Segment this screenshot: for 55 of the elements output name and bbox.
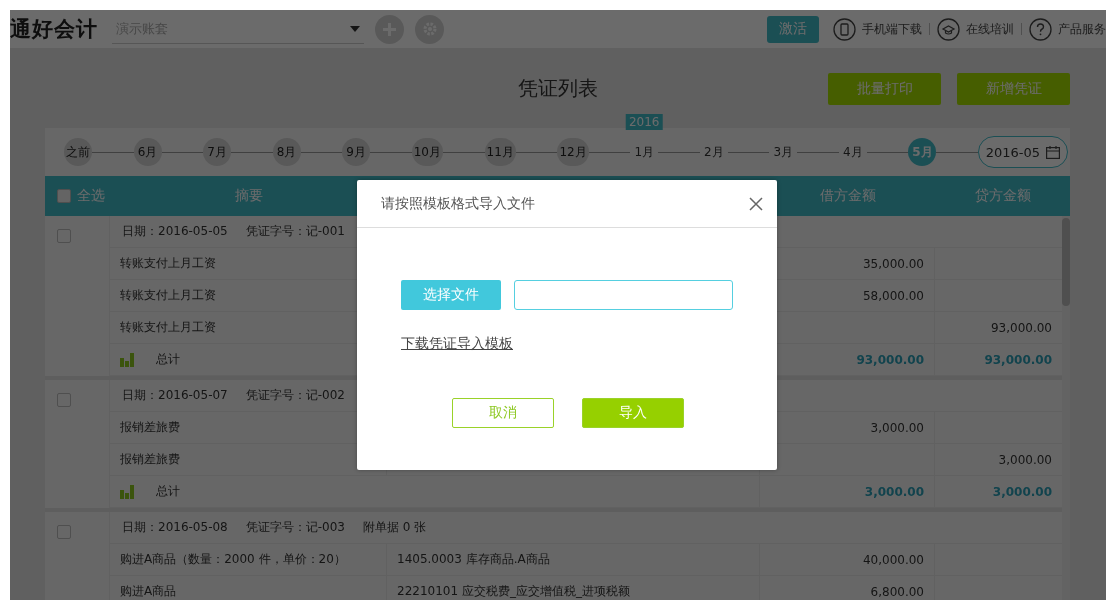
month-tab[interactable]: 8月 [272,138,301,166]
header-link[interactable]: 在线培训 [937,17,1014,41]
select-all-checkbox[interactable]: 全选 [45,187,110,205]
voucher-date: 日期：2016-05-07 [122,387,228,404]
header-link[interactable]: 产品服务 [1029,17,1106,41]
voucher-number: 凭证字号：记-003 [245,519,345,536]
date-picker[interactable]: 2016-05 [977,136,1068,168]
dialog-title: 请按照模板格式导入文件 [381,194,535,213]
month-tab[interactable]: 6月 [133,138,162,166]
attachment-count: 附单据 0 张 [363,519,427,536]
month-tab[interactable]: 11月 [484,138,516,166]
voucher-date: 日期：2016-05-05 [122,223,228,240]
download-template-link[interactable]: 下载凭证导入模板 [401,335,513,353]
total-label: 总计 [156,483,180,500]
voucher-number: 凭证字号：记-002 [245,387,345,404]
action-button[interactable]: 新增凭证 [957,73,1070,105]
credit-cell-text: 3,000.00 [991,483,1053,501]
subject-cell: 1405.0003 库存商品.A商品 [387,544,760,575]
link-label: 手机端下载 [862,20,922,38]
month-tab[interactable]: 7月 [203,138,232,166]
debit-cell: 40,000.00 [760,544,935,575]
activate-button[interactable]: 激活 [767,15,819,43]
header-link[interactable]: 手机端下载 [833,17,922,41]
voucher-number: 凭证字号：记-001 [245,223,345,240]
page-title: 凭证列表 [517,75,598,102]
credit-cell-text: 93,000.00 [989,319,1053,337]
debit-cell: 6,800.00 [760,576,935,600]
summary-cell: 购进A商品 [110,576,387,600]
column-header: 贷方金额 [973,187,1032,205]
voucher-date: 日期：2016-05-08 [122,519,228,536]
column-header: 借方金额 [818,187,877,205]
link-label: 产品服务 [1058,20,1106,38]
month-tab[interactable]: 5月 [908,138,937,166]
month-tab[interactable]: 1月 [630,138,659,166]
month-tab[interactable]: 10月 [411,138,443,166]
month-tab[interactable]: 2月 [699,138,728,166]
column-header: 摘要 [233,187,264,205]
year-badge: 2016 [625,114,663,130]
link-label: 在线培训 [966,20,1014,38]
month-tab[interactable]: 12月 [557,138,589,166]
subject-cell: 22210101 应交税费_应交增值税_进项税额 [387,576,760,600]
action-button[interactable]: 批量打印 [828,73,941,105]
credit-cell-text: 93,000.00 [983,351,1053,369]
app-logo: 通好会计 [10,16,98,43]
total-label: 总计 [156,351,180,368]
month-tab[interactable]: 9月 [342,138,371,166]
choose-file-button[interactable]: 选择文件 [401,280,501,310]
month-tab[interactable]: 3月 [769,138,798,166]
cancel-button[interactable]: 取消 [452,398,554,428]
month-tab[interactable]: 4月 [838,138,867,166]
month-tab[interactable]: 之前 [64,138,92,166]
import-button[interactable]: 导入 [582,398,684,428]
debit-cell: 3,000.00 [760,476,935,507]
summary-cell: 购进A商品（数量：2000 件，单价：20） [110,544,387,575]
credit-cell-text: 3,000.00 [997,451,1053,469]
